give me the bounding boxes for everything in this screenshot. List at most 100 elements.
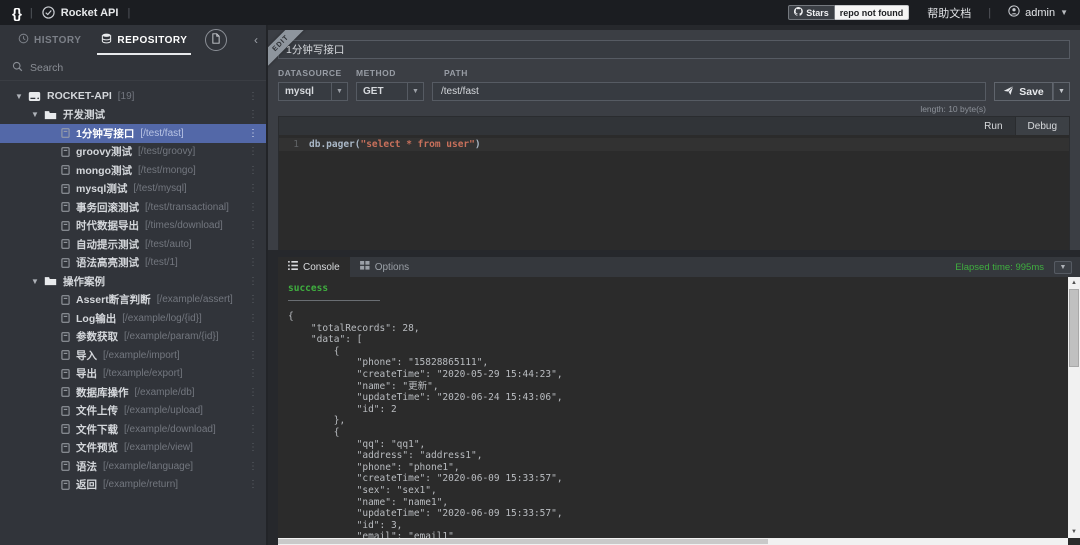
file-icon — [61, 443, 70, 453]
console-line: "phone": "phone1", — [288, 462, 1066, 474]
more-menu-icon[interactable]: ⋮ — [248, 442, 258, 453]
debug-button[interactable]: Debug — [1015, 117, 1069, 135]
collapse-console-icon[interactable]: ▼ — [1054, 261, 1072, 274]
tree-item[interactable]: groovy测试[/test/groovy]⋮ — [0, 143, 266, 162]
more-menu-icon[interactable]: ⋮ — [248, 109, 258, 120]
tree-item[interactable]: Assert断言判断[/example/assert]⋮ — [0, 291, 266, 310]
path-input[interactable] — [432, 82, 986, 101]
method-select[interactable]: GET ▼ — [356, 82, 424, 101]
tree-item[interactable]: mongo测试[/test/mongo]⋮ — [0, 161, 266, 180]
tab-console[interactable]: Console — [278, 257, 350, 277]
caret-down-icon[interactable]: ▼ — [30, 277, 40, 286]
path-label: PATH — [432, 68, 468, 78]
more-menu-icon[interactable]: ⋮ — [248, 387, 258, 398]
user-menu[interactable]: admin ▼ — [1008, 5, 1068, 20]
collapse-sidebar-icon[interactable]: ‹ — [254, 33, 258, 47]
tab-repository[interactable]: REPOSITORY — [91, 25, 197, 55]
more-menu-icon[interactable]: ⋮ — [248, 313, 258, 324]
console-line: { — [288, 311, 1066, 323]
tree-folder[interactable]: ▼开发测试⋮ — [0, 106, 266, 125]
tree-item[interactable]: 导入 [/example/import] ⋮ — [0, 346, 266, 365]
datasource-select[interactable]: mysql ▼ — [278, 82, 348, 101]
more-menu-icon[interactable]: ⋮ — [248, 91, 258, 102]
tree-item[interactable]: 1分钟写接口[/test/fast]⋮ — [0, 124, 266, 143]
tree-item-label: 返回 — [76, 477, 97, 492]
more-menu-icon[interactable]: ⋮ — [248, 183, 258, 194]
save-button[interactable]: Save ▼ — [994, 82, 1070, 101]
more-menu-icon[interactable]: ⋮ — [248, 220, 258, 231]
more-menu-icon[interactable]: ⋮ — [248, 146, 258, 157]
more-menu-icon[interactable]: ⋮ — [248, 276, 258, 287]
more-menu-icon[interactable]: ⋮ — [248, 424, 258, 435]
more-menu-icon[interactable]: ⋮ — [248, 294, 258, 305]
tree-item[interactable]: mysql测试[/test/mysql]⋮ — [0, 180, 266, 199]
github-stars-badge[interactable]: Stars repo not found — [788, 5, 909, 20]
scrollbar-thumb[interactable] — [278, 539, 768, 544]
tree-item[interactable]: 时代数据导出[/times/download]⋮ — [0, 217, 266, 236]
more-menu-icon[interactable]: ⋮ — [248, 461, 258, 472]
more-menu-icon[interactable]: ⋮ — [248, 350, 258, 361]
scroll-down-icon[interactable]: ▼ — [1068, 526, 1080, 538]
tree-item[interactable]: 文件上传[/example/upload]⋮ — [0, 402, 266, 421]
more-menu-icon[interactable]: ⋮ — [248, 368, 258, 379]
more-menu-icon[interactable]: ⋮ — [248, 331, 258, 342]
more-menu-icon[interactable]: ⋮ — [248, 239, 258, 250]
tree-item[interactable]: 数据库操作[/example/db]⋮ — [0, 383, 266, 402]
tree-item[interactable]: 事务回滚测试[/test/transactional]⋮ — [0, 198, 266, 217]
tab-options[interactable]: Options — [350, 257, 419, 277]
console-json-output: { "totalRecords": 28, "data": [ { "phone… — [288, 311, 1066, 543]
scroll-up-icon[interactable]: ▲ — [1068, 277, 1080, 289]
tree-item[interactable]: 返回 [/example/return] ⋮ — [0, 476, 266, 495]
caret-down-icon[interactable]: ▼ — [30, 110, 40, 119]
more-menu-icon[interactable]: ⋮ — [248, 165, 258, 176]
tree-root[interactable]: ▼ROCKET-API[19]⋮ — [0, 87, 266, 106]
new-api-button[interactable] — [205, 29, 227, 51]
api-name-input[interactable] — [278, 40, 1070, 59]
file-icon — [61, 147, 70, 157]
method-label: METHOD — [356, 68, 432, 78]
tree-item[interactable]: 语法[/example/language]⋮ — [0, 457, 266, 476]
run-button[interactable]: Run — [972, 117, 1014, 135]
more-menu-icon[interactable]: ⋮ — [248, 405, 258, 416]
github-status-label: repo not found — [835, 5, 909, 20]
code-string-token: "select * from user" — [360, 139, 474, 150]
more-menu-icon[interactable]: ⋮ — [248, 479, 258, 490]
tree-item[interactable]: 自动提示测试[/test/auto]⋮ — [0, 235, 266, 254]
tab-history[interactable]: HISTORY — [8, 25, 91, 55]
more-menu-icon[interactable]: ⋮ — [248, 128, 258, 139]
chevron-down-icon: ▼ — [1060, 8, 1068, 17]
tree-folder[interactable]: ▼操作案例⋮ — [0, 272, 266, 291]
tree-item-label: 导入 — [76, 348, 97, 363]
tree-item[interactable]: Log输出[/example/log/{id}]⋮ — [0, 309, 266, 328]
field-labels: DATASOURCE METHOD PATH — [278, 68, 1070, 78]
tree-item[interactable]: 文件下载[/example/download]⋮ — [0, 420, 266, 439]
chevron-down-icon[interactable]: ▼ — [408, 82, 424, 101]
chevron-down-icon[interactable]: ▼ — [332, 82, 348, 101]
tree-item-path: [/example/import] — [103, 350, 180, 361]
console-line: "sex": "sex1", — [288, 485, 1066, 497]
vertical-scrollbar[interactable]: ▲ ▼ — [1068, 277, 1080, 538]
tree-item[interactable]: 导出[/texample/export]⋮ — [0, 365, 266, 384]
database-icon — [101, 33, 112, 48]
console-output[interactable]: success { "totalRecords": 28, "data": [ … — [278, 277, 1080, 545]
save-options-dropdown[interactable]: ▼ — [1053, 82, 1070, 101]
folder-icon — [44, 276, 57, 286]
file-icon — [61, 165, 70, 175]
app-title: Rocket API — [61, 7, 119, 19]
tree-item-path: [/example/return] — [103, 479, 178, 490]
console-line: "phone": "15828865111", — [288, 357, 1066, 369]
help-docs-link[interactable]: 帮助文档 — [927, 5, 971, 21]
caret-down-icon[interactable]: ▼ — [14, 92, 24, 101]
tree-item[interactable]: 文件预览[/example/view]⋮ — [0, 439, 266, 458]
tree-item-label: 文件预览 — [76, 440, 118, 455]
tree-item-path: [/test/groovy] — [138, 146, 195, 157]
tree-item[interactable]: 参数获取[/example/param/{id}]⋮ — [0, 328, 266, 347]
tree-item-label: 事务回滚测试 — [76, 200, 139, 215]
code-area[interactable]: 1 db.pager( "select * from user" ) — [279, 135, 1069, 250]
tree-item[interactable]: 语法高亮测试[/test/1]⋮ — [0, 254, 266, 273]
horizontal-scrollbar[interactable] — [278, 538, 1068, 545]
search-input[interactable] — [30, 62, 230, 74]
more-menu-icon[interactable]: ⋮ — [248, 202, 258, 213]
scrollbar-thumb[interactable] — [1069, 289, 1079, 367]
more-menu-icon[interactable]: ⋮ — [248, 257, 258, 268]
